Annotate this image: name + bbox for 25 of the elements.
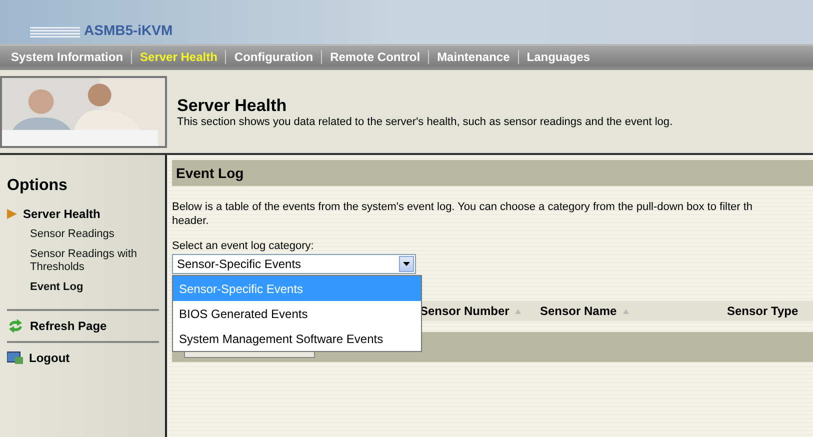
- caret-icon: [403, 262, 410, 266]
- logo: ASMB5-iKVM: [84, 22, 173, 38]
- sidebar-section[interactable]: Server Health: [23, 207, 100, 221]
- column-header[interactable]: Sensor Name: [540, 304, 727, 318]
- refresh-link[interactable]: Refresh Page: [7, 319, 159, 333]
- page-title: Server Health: [177, 96, 288, 116]
- description-text: header.: [172, 214, 210, 228]
- sidebar-heading: Options: [7, 177, 68, 195]
- description-text: Below is a table of the events from the system's event log. You can choose a category from the pull-down box to filter th: [172, 200, 754, 214]
- logout-link[interactable]: Logout: [7, 351, 159, 365]
- sort-icon: [515, 308, 522, 314]
- sidebar-item[interactable]: Sensor Readings with Thresholds: [7, 248, 157, 274]
- sort-icon: [622, 308, 629, 314]
- category-select[interactable]: Sensor-Specific Events: [172, 254, 416, 274]
- section-title: Event Log: [176, 165, 244, 181]
- select-label: Select an event log category:: [172, 240, 315, 252]
- column-header[interactable]: Sensor Type: [727, 304, 798, 318]
- sidebar-item[interactable]: Sensor Readings: [7, 228, 157, 241]
- triangle-icon: [7, 209, 17, 219]
- sidebar-item[interactable]: Event Log: [7, 281, 157, 294]
- refresh-icon: [7, 319, 24, 333]
- monitor-icon: [7, 351, 23, 365]
- page-description: This section shows you data related to the server's health, such as sensor readings and the event log.: [177, 116, 673, 128]
- logo-lines-icon: [30, 26, 80, 38]
- column-header[interactable]: Sensor Number: [420, 304, 540, 318]
